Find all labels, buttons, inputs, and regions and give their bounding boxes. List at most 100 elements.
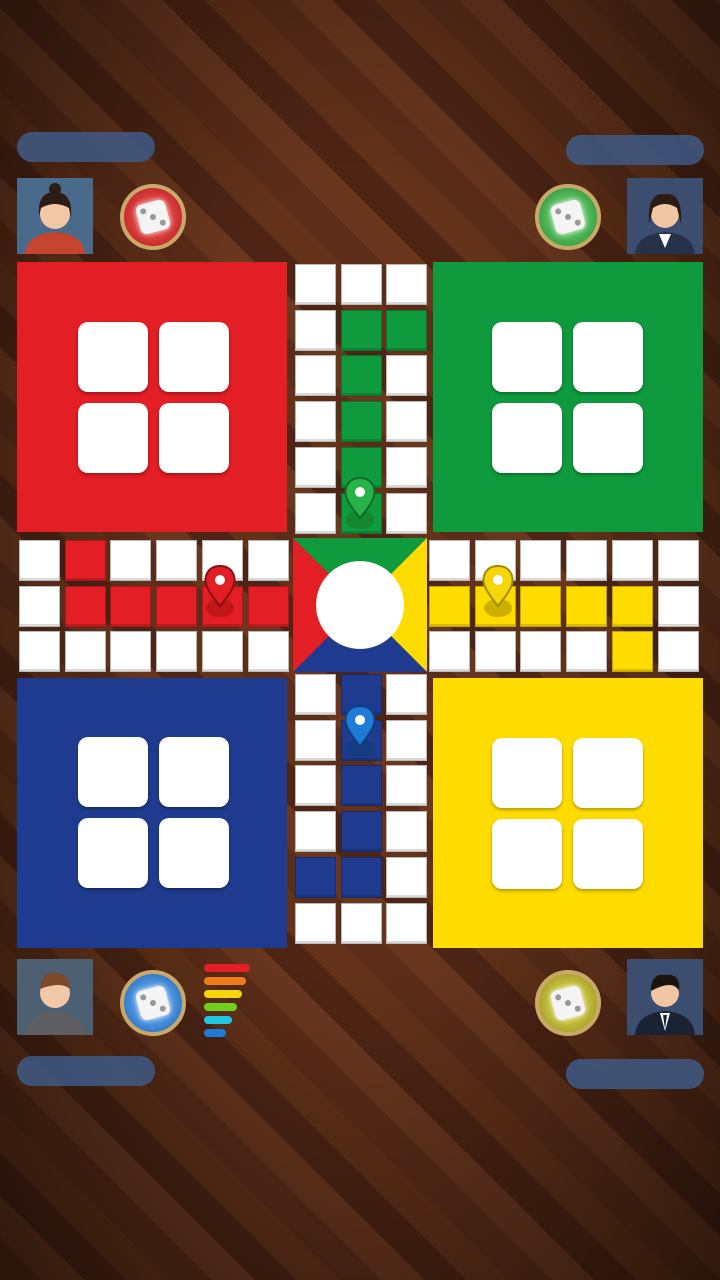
track-cell[interactable] [520, 540, 562, 581]
red-home-slot[interactable] [78, 322, 148, 392]
yellow-path-cell[interactable] [429, 585, 470, 627]
red-dice-button[interactable] [120, 184, 186, 250]
track-cell[interactable] [295, 264, 336, 305]
track-cell[interactable] [611, 540, 653, 581]
green-home-slot[interactable] [573, 403, 643, 473]
track-cell[interactable] [110, 631, 152, 673]
yellow-token-pin-icon[interactable] [478, 564, 518, 620]
green-token-pin-icon[interactable] [340, 476, 380, 532]
track-cell[interactable] [201, 631, 243, 673]
red-path-cell[interactable] [64, 585, 106, 627]
track-cell[interactable] [295, 492, 336, 534]
track-cell[interactable] [474, 631, 516, 673]
track-cell[interactable] [110, 540, 152, 581]
track-cell[interactable] [64, 631, 106, 673]
track-cell[interactable] [386, 355, 428, 397]
track-cell[interactable] [386, 902, 428, 944]
male-hoodie-avatar-icon [17, 959, 93, 1035]
red-path-cell[interactable] [110, 585, 152, 627]
green-home-slot[interactable] [492, 403, 562, 473]
track-cell[interactable] [566, 631, 608, 673]
track-cell[interactable] [386, 264, 428, 305]
track-cell[interactable] [340, 902, 382, 944]
blue-path-cell[interactable] [340, 811, 382, 853]
track-cell[interactable] [295, 719, 336, 761]
blue-home-slot[interactable] [78, 818, 148, 888]
track-cell[interactable] [295, 902, 336, 944]
track-cell[interactable] [295, 446, 336, 488]
meter-bar-blue [204, 1029, 226, 1037]
track-cell[interactable] [19, 585, 60, 627]
yellow-home-slot[interactable] [573, 819, 643, 889]
track-cell[interactable] [295, 765, 336, 807]
red-player-name-bar [17, 132, 155, 162]
finish-center [293, 538, 427, 672]
yellow-home-slot[interactable] [573, 738, 643, 808]
track-cell[interactable] [657, 585, 699, 627]
track-cell[interactable] [386, 492, 428, 534]
yellow-path-cell[interactable] [611, 585, 653, 627]
red-home-slot[interactable] [159, 403, 229, 473]
green-path-cell[interactable] [386, 309, 428, 351]
yellow-home-slot[interactable] [492, 819, 562, 889]
green-path-cell[interactable] [340, 355, 382, 397]
green-path-cell[interactable] [340, 309, 382, 351]
track-cell[interactable] [156, 540, 198, 581]
track-cell[interactable] [386, 674, 428, 715]
yellow-home [433, 678, 703, 948]
blue-path-cell[interactable] [340, 856, 382, 898]
yellow-dice-button[interactable] [535, 970, 601, 1036]
blue-path-cell[interactable] [340, 765, 382, 807]
green-home-slot[interactable] [492, 322, 562, 392]
track-cell[interactable] [657, 540, 699, 581]
track-cell[interactable] [247, 540, 289, 581]
red-path-cell[interactable] [247, 585, 289, 627]
track-cell[interactable] [386, 401, 428, 443]
track-cell[interactable] [19, 540, 60, 581]
red-path-cell[interactable] [156, 585, 198, 627]
track-cell[interactable] [386, 719, 428, 761]
yellow-path-cell[interactable] [611, 631, 653, 673]
track-cell[interactable] [19, 631, 60, 673]
track-cell[interactable] [295, 811, 336, 853]
track-cell[interactable] [340, 264, 382, 305]
track-cell[interactable] [657, 631, 699, 673]
yellow-path-cell[interactable] [566, 585, 608, 627]
yellow-path-cell[interactable] [520, 585, 562, 627]
green-player-name-bar [566, 135, 704, 165]
track-cell[interactable] [295, 401, 336, 443]
red-home-slot[interactable] [78, 403, 148, 473]
businessman-avatar-icon [627, 959, 703, 1035]
ludo-board [17, 262, 703, 948]
track-cell[interactable] [386, 446, 428, 488]
meter-bar-red [204, 964, 250, 972]
track-cell[interactable] [156, 631, 198, 673]
track-cell[interactable] [429, 540, 470, 581]
blue-dice-button[interactable] [120, 970, 186, 1036]
track-cell[interactable] [295, 355, 336, 397]
blue-path-cell[interactable] [295, 856, 336, 898]
track-cell[interactable] [386, 811, 428, 853]
green-home-slot[interactable] [573, 322, 643, 392]
blue-home-slot[interactable] [159, 737, 229, 807]
green-home [433, 262, 703, 532]
track-cell[interactable] [247, 631, 289, 673]
red-token-pin-icon[interactable] [200, 564, 240, 620]
red-home-slot[interactable] [159, 322, 229, 392]
green-path-cell[interactable] [340, 401, 382, 443]
track-cell[interactable] [520, 631, 562, 673]
dice-icon [134, 198, 172, 236]
track-cell[interactable] [429, 631, 470, 673]
blue-home-slot[interactable] [159, 818, 229, 888]
yellow-player-name-bar [566, 1059, 704, 1089]
track-cell[interactable] [295, 309, 336, 351]
track-cell[interactable] [386, 765, 428, 807]
red-path-cell[interactable] [64, 540, 106, 581]
track-cell[interactable] [386, 856, 428, 898]
track-cell[interactable] [566, 540, 608, 581]
blue-home-slot[interactable] [78, 737, 148, 807]
track-cell[interactable] [295, 674, 336, 715]
blue-token-pin-icon[interactable] [340, 704, 380, 760]
green-dice-button[interactable] [535, 184, 601, 250]
yellow-home-slot[interactable] [492, 738, 562, 808]
